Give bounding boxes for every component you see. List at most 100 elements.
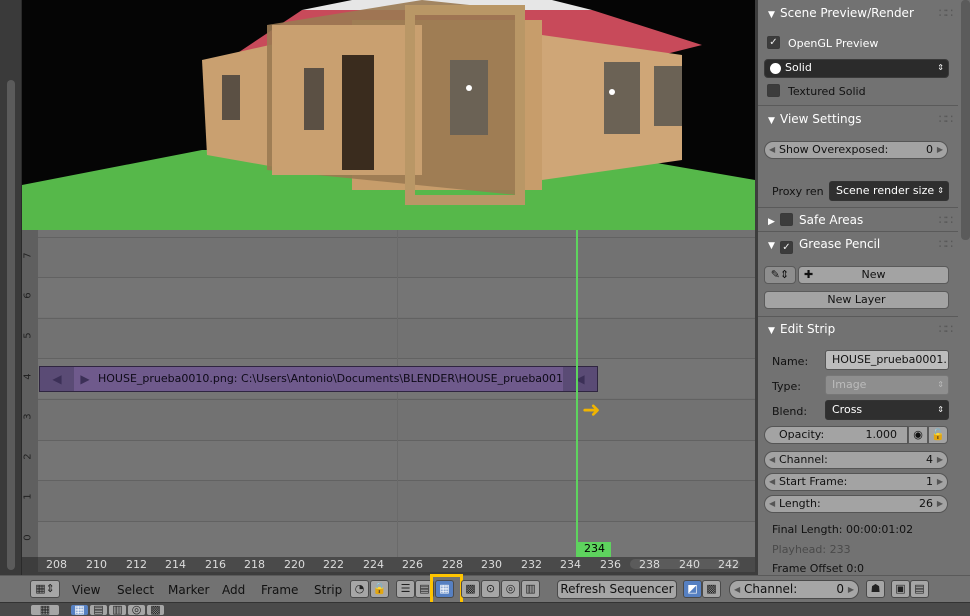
checker-icon[interactable]: ▩ <box>146 604 165 616</box>
properties-panel: ▼ Scene Preview/Render ∷∷ ✓ OpenGL Preview… <box>757 0 970 616</box>
view-icon[interactable]: ▤ <box>89 604 108 616</box>
divider <box>758 231 958 232</box>
length-field[interactable]: ◀ Length: 26 ▶ <box>764 495 948 513</box>
menu-frame[interactable]: Frame <box>261 583 298 597</box>
divider <box>758 207 958 208</box>
strip-name-field[interactable]: HOUSE_prueba0001... <box>825 350 949 370</box>
decrement-icon[interactable]: ◀ <box>734 581 740 598</box>
divider <box>758 105 958 106</box>
editor-type-icon[interactable]: ▦ <box>30 604 60 616</box>
clock-icon[interactable]: ◔ <box>350 580 369 598</box>
pencil-icon: ✎⇕ <box>770 268 790 281</box>
safe-areas-header[interactable]: ▶ Safe Areas ∷∷ <box>758 209 958 231</box>
menu-add[interactable]: Add <box>222 583 245 597</box>
drag-grip-icon[interactable]: ∷∷ <box>939 2 953 24</box>
collapse-arrow-icon: ▼ <box>768 241 775 251</box>
field-value: 1.000 <box>865 428 898 441</box>
display-channel-field[interactable]: ◀ Channel: 0 ▶ <box>729 580 859 599</box>
sequencer-header: ▦⇕ View Select Marker Add Frame Strip ◔ … <box>0 574 970 605</box>
channel-number: 5 <box>22 332 34 339</box>
ghost-icon[interactable]: ☗ <box>866 580 885 598</box>
decrement-icon[interactable]: ◀ <box>769 452 775 468</box>
playhead-line[interactable] <box>576 230 578 557</box>
editor-type-icon[interactable]: ▦⇕ <box>30 580 60 598</box>
panel-scrollbar[interactable] <box>961 0 970 240</box>
frame-tick: 210 <box>86 558 107 571</box>
histogram-icon[interactable]: ▥ <box>521 580 540 598</box>
drag-grip-icon[interactable]: ∷∷ <box>939 108 953 130</box>
pencil-datablock-button[interactable]: ✎⇕ <box>764 266 796 284</box>
image-strip[interactable]: ◀ ▶ HOUSE_prueba0010.png: C:\Users\Anton… <box>39 366 598 392</box>
frame-tick: 242 <box>718 558 739 571</box>
decrement-icon[interactable]: ◀ <box>769 142 775 158</box>
render-animation-icon[interactable]: ▤ <box>910 580 929 598</box>
frame-tick: 222 <box>323 558 344 571</box>
overlay-icon[interactable]: ◩ <box>683 580 702 598</box>
shading-mode-dropdown[interactable]: Solid ⇕ <box>764 59 949 78</box>
drag-grip-icon[interactable]: ∷∷ <box>939 318 953 340</box>
strip-left-arrow[interactable]: ▶ <box>75 367 95 391</box>
circle-icon[interactable]: ◎ <box>501 580 520 598</box>
frame-tick: 232 <box>521 558 542 571</box>
search-icon[interactable]: ⊙ <box>481 580 500 598</box>
grease-pencil-checkbox[interactable]: ✓ <box>780 241 793 254</box>
blend-mode-dropdown[interactable]: Cross ⇕ <box>825 400 949 420</box>
menu-view[interactable]: View <box>72 583 100 597</box>
view-icon[interactable]: ▥ <box>108 604 127 616</box>
proxy-render-dropdown[interactable]: Scene render size ⇕ <box>829 181 949 201</box>
drag-grip-icon[interactable]: ∷∷ <box>939 233 953 255</box>
frame-tick: 230 <box>481 558 502 571</box>
strip-type-dropdown[interactable]: Image ⇕ <box>825 375 949 395</box>
menu-select[interactable]: Select <box>117 583 154 597</box>
field-value: 26 <box>919 497 933 510</box>
start-frame-field[interactable]: ◀ Start Frame: 1 ▶ <box>764 473 948 491</box>
menu-strip[interactable]: Strip <box>314 583 342 597</box>
drag-grip-icon[interactable]: ∷∷ <box>939 209 953 231</box>
opengl-preview-checkbox[interactable]: ✓ <box>767 36 780 49</box>
left-scrollbar[interactable] <box>0 0 22 575</box>
frame-ruler[interactable]: 234 208 210 212 214 216 218 220 222 224 … <box>38 542 755 572</box>
decrement-icon[interactable]: ◀ <box>769 496 775 512</box>
menu-marker[interactable]: Marker <box>168 583 209 597</box>
panel-title: Edit Strip <box>780 322 836 336</box>
increment-icon[interactable]: ▶ <box>937 496 943 512</box>
refresh-sequencer-button[interactable]: Refresh Sequencer <box>557 580 677 599</box>
playhead-text: Playhead: 233 <box>772 543 851 556</box>
safe-areas-checkbox[interactable] <box>780 213 793 226</box>
preview-viewport <box>22 0 755 230</box>
strip-left-handle[interactable]: ◀ <box>40 367 74 391</box>
frame-tick: 220 <box>284 558 305 571</box>
scene-preview-header[interactable]: ▼ Scene Preview/Render ∷∷ <box>758 2 958 24</box>
show-overexposed-field[interactable]: ◀ Show Overexposed: 0 ▶ <box>764 141 948 159</box>
channel-number: 3 <box>22 413 34 420</box>
field-value: 1 <box>926 475 933 488</box>
decrement-icon[interactable]: ◀ <box>769 474 775 490</box>
sequencer-area[interactable]: 7 6 5 4 3 2 1 0 ◀ ▶ HOUSE_prueba0010.png… <box>22 230 755 557</box>
new-layer-button[interactable]: New Layer <box>764 291 949 309</box>
increment-icon[interactable]: ▶ <box>937 142 943 158</box>
channel-field[interactable]: ◀ Channel: 4 ▶ <box>764 451 948 469</box>
panel-title: Scene Preview/Render <box>780 6 914 20</box>
increment-icon[interactable]: ▶ <box>848 581 854 598</box>
alpha-checker-icon[interactable]: ▩ <box>702 580 721 598</box>
render-image-icon[interactable]: ▣ <box>891 580 910 598</box>
frame-tick: 218 <box>244 558 265 571</box>
field-value: 4 <box>926 453 933 466</box>
view-icon[interactable]: ◎ <box>127 604 146 616</box>
eye-icon[interactable]: ◉ <box>908 426 928 444</box>
edit-strip-header[interactable]: ▼ Edit Strip ∷∷ <box>758 318 958 340</box>
strip-right-handle[interactable]: ◀ <box>563 367 597 391</box>
increment-icon[interactable]: ▶ <box>937 474 943 490</box>
checker-icon[interactable]: ▩ <box>461 580 480 598</box>
textured-solid-checkbox[interactable] <box>767 84 780 97</box>
updown-icon: ⇕ <box>937 380 944 389</box>
lock-icon[interactable]: 🔓 <box>928 426 948 444</box>
lock-icon[interactable]: 🔒 <box>370 580 389 598</box>
increment-icon[interactable]: ▶ <box>937 452 943 468</box>
new-grease-pencil-button[interactable]: ✚ New <box>798 266 949 284</box>
view-settings-header[interactable]: ▼ View Settings ∷∷ <box>758 108 958 130</box>
grease-pencil-header[interactable]: ▼ ✓ Grease Pencil ∷∷ <box>758 233 958 255</box>
opacity-field[interactable]: Opacity: 1.000 <box>764 426 908 444</box>
sequencer-view-icon[interactable]: ☰ <box>396 580 415 598</box>
view-icon[interactable]: ▦ <box>70 604 89 616</box>
